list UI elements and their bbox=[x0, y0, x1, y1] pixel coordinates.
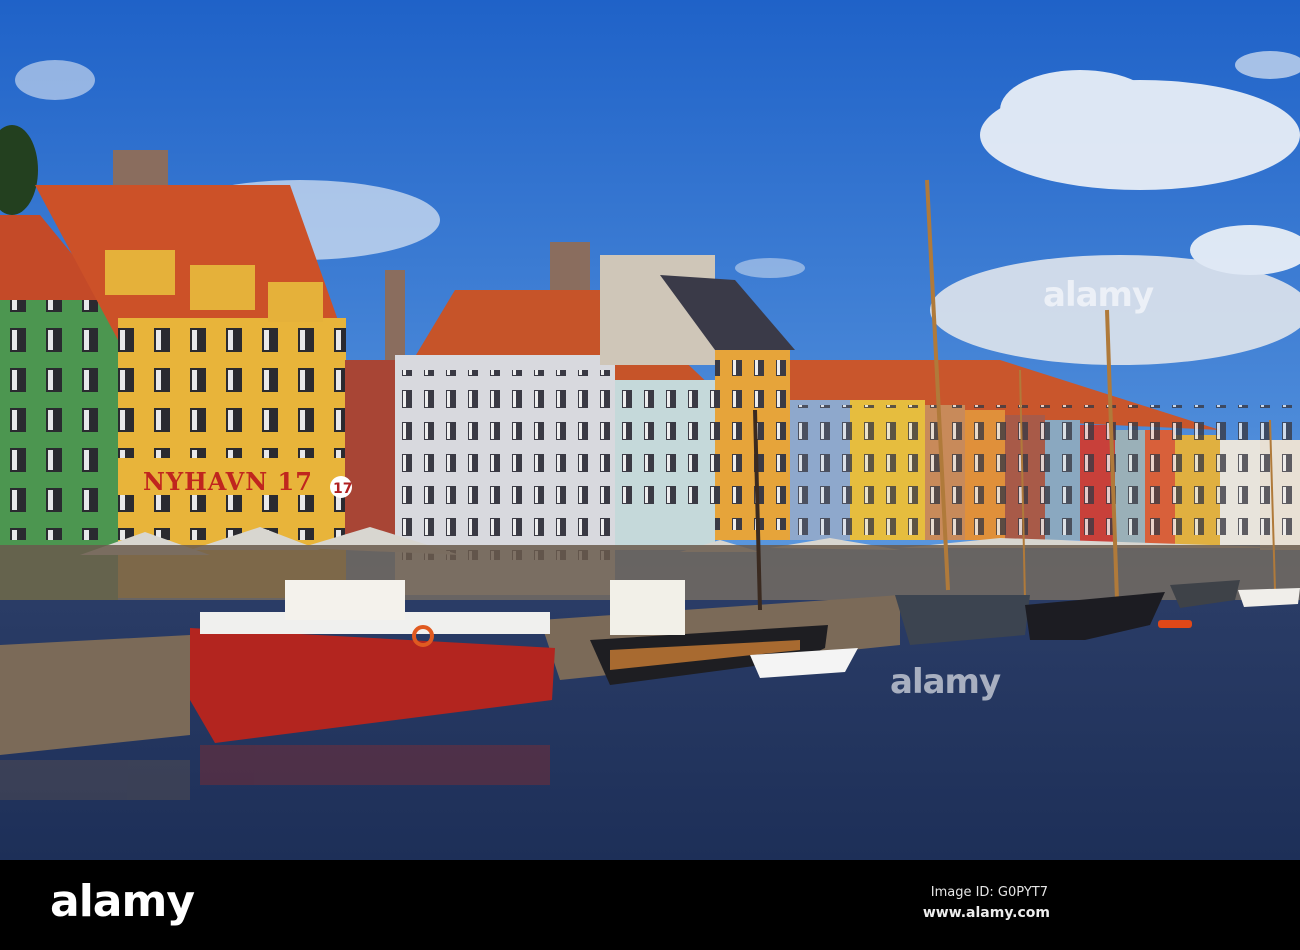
watermark-sky: alamy bbox=[1043, 275, 1154, 315]
footer-bar bbox=[0, 860, 1300, 950]
harbour-photo: NYHAVN 17 17 bbox=[0, 0, 1300, 860]
footer-logo: alamy bbox=[50, 876, 195, 927]
round-sign-number: 17 bbox=[333, 481, 352, 497]
watermark: alamy bbox=[890, 662, 1001, 702]
footer-url: www.alamy.com bbox=[922, 905, 1050, 921]
building-sign-nyhavn-17: NYHAVN 17 bbox=[143, 467, 313, 496]
image-id: Image ID: G0PYT7 bbox=[930, 885, 1048, 900]
photo-nyhavn-harbour: NYHAVN 17 17 alamy alamy alamy Image ID:… bbox=[0, 0, 1300, 950]
